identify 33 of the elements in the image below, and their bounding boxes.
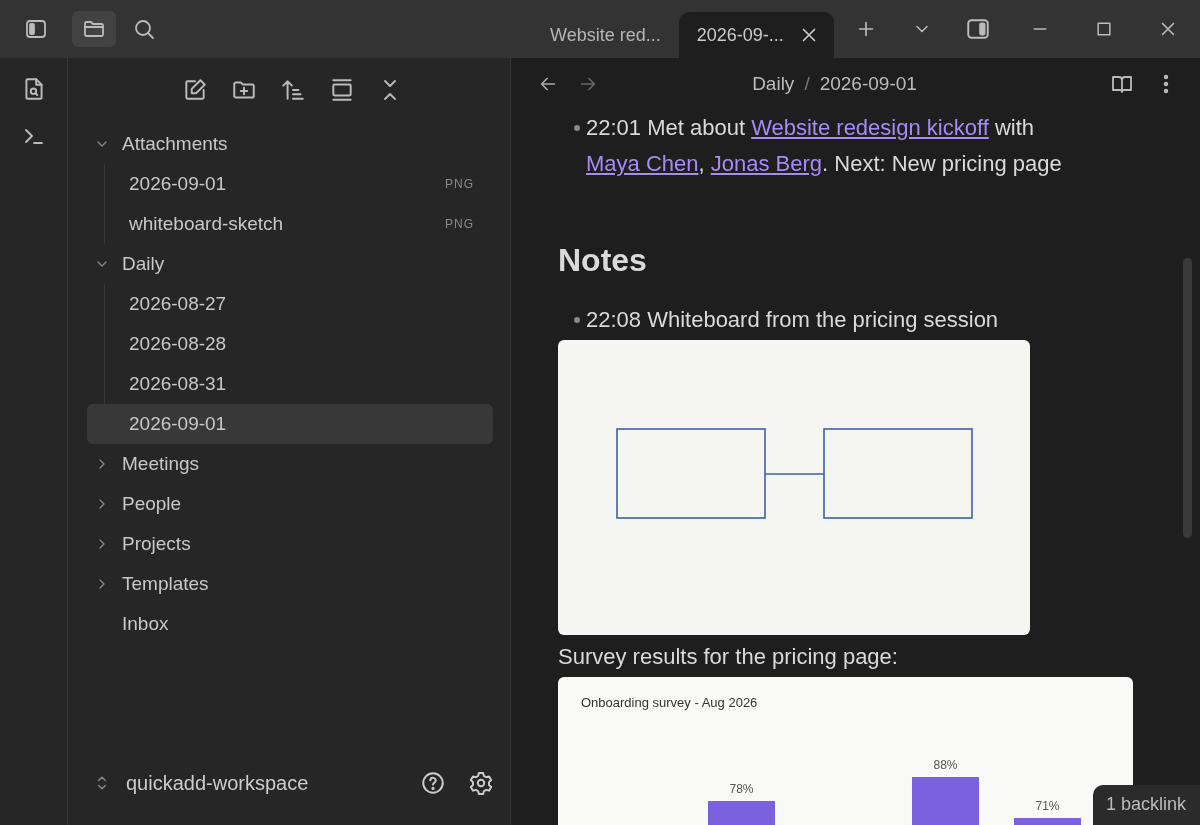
file-item[interactable]: 2026-09-01 (87, 404, 493, 444)
bar-label: 78% (729, 782, 754, 796)
file-type-label: PNG (445, 177, 474, 191)
breadcrumb-item[interactable]: Daily (752, 73, 795, 95)
bar-label: 71% (1035, 799, 1060, 813)
folder-item[interactable]: People (86, 484, 493, 524)
breadcrumb-separator: / (804, 73, 810, 95)
breadcrumb-item[interactable]: 2026-09-01 (819, 73, 917, 95)
file-type-label: PNG (445, 217, 474, 231)
chart-title: Onboarding survey - Aug 2026 (581, 695, 758, 710)
file-item[interactable]: 2026-08-31 (87, 364, 493, 404)
folder-item[interactable]: Projects (86, 524, 493, 564)
bar-label: 88% (933, 758, 958, 772)
link[interactable]: Jonas Berg (710, 151, 823, 176)
file-item[interactable]: 2026-09-01 PNG (87, 164, 493, 204)
folder-item[interactable]: Daily (86, 244, 493, 284)
vault-name[interactable]: quickadd-workspace (126, 771, 309, 795)
folder-item[interactable]: Meetings (86, 444, 493, 484)
list-item-text: 22:08 Whiteboard from the pricing session (586, 306, 999, 334)
tab[interactable]: Website red... (532, 12, 679, 58)
link[interactable]: Maya Chen (586, 151, 699, 176)
folder-item[interactable]: Attachments (86, 124, 493, 164)
link[interactable]: Website redesign kickoff (751, 115, 989, 140)
file-item[interactable]: 2026-08-28 (87, 324, 493, 364)
list-item-text: 22:01 Met about Website redesign kickoff with Maya Chen, Jonas Berg. Next: New pricing page (586, 114, 1063, 178)
heading: Notes (558, 241, 648, 280)
tab[interactable]: 2026-09-... (678, 12, 834, 58)
backlink-badge[interactable]: 1 backlink (1092, 785, 1200, 825)
file-item[interactable]: 2026-08-27 (87, 284, 493, 324)
paragraph: Survey results for the pricing page: (558, 643, 899, 671)
file-item[interactable]: Inbox (86, 604, 493, 644)
folder-item[interactable]: Templates (86, 564, 493, 604)
file-item[interactable]: whiteboard-sketch PNG (87, 204, 493, 244)
